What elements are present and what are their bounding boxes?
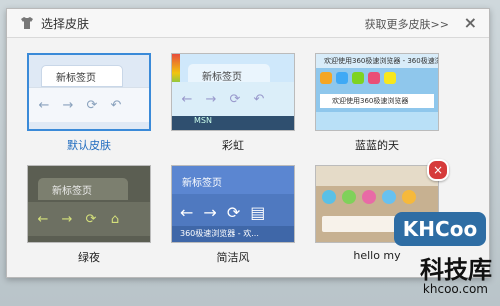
back-icon: ← (180, 202, 194, 222)
skin-preview-toolbar (320, 72, 434, 90)
dialog-title: 选择皮肤 (41, 16, 90, 31)
refresh-icon: ⟳ (229, 91, 241, 107)
star-icon (402, 190, 416, 204)
skin-name: 彩虹 (222, 139, 244, 152)
skin-name: 默认皮肤 (67, 139, 111, 152)
skin-preview-tab: 欢迎使用360极速浏览器 (320, 94, 434, 108)
toolbar-icon (342, 190, 356, 204)
back-icon: ← (181, 91, 193, 107)
skin-name: 简洁风 (216, 251, 250, 264)
forward-icon: → (61, 211, 73, 227)
home-icon: ⌂ (110, 211, 120, 227)
undo-icon: ↶ (253, 91, 265, 107)
close-icon[interactable]: × (464, 13, 477, 32)
dialog-header: 选择皮肤 获取更多皮肤>> × (7, 9, 489, 38)
get-more-skins-link[interactable]: 获取更多皮肤>> (365, 16, 449, 32)
skin-preview-tab: 新标签页 (182, 178, 222, 189)
skin-preview-bottom: MSN (172, 116, 294, 130)
back-icon: ← (38, 97, 50, 113)
watermark-logo: KHCoo (394, 212, 486, 246)
toolbar-icon (322, 190, 336, 204)
toolbar-icon (382, 190, 396, 204)
skin-preview-tab: 新标签页 (38, 178, 128, 200)
watermark-subtext: khcoo.com (422, 282, 488, 296)
star-icon (384, 72, 396, 84)
skin-name: 绿夜 (78, 251, 100, 264)
skin-preview-bottom (316, 112, 438, 130)
skin-name: 蓝蓝的天 (355, 139, 399, 152)
skin-thumbnail[interactable]: 新标签页 ← → ⟳ ⌂ (27, 165, 151, 243)
skin-preview-nav: ← → ⟳ ↶ (172, 82, 294, 116)
skin-preview-titlebar: 欢迎使用360极速浏览器 - 360极速浏览器 (316, 54, 438, 68)
document-icon: ▤ (250, 202, 266, 222)
skin-tile-rainbow[interactable]: 新标签页 ← → ⟳ ↶ MSN 彩虹 (171, 53, 295, 153)
skin-thumbnail[interactable]: 新标签页 ← → ⟳ ↶ MSN (171, 53, 295, 131)
skin-preview-nav: ← → ⟳ ▤ (172, 198, 294, 226)
delete-skin-icon[interactable]: × (427, 159, 449, 181)
skin-preview-titlebar: 新标签页 (172, 166, 294, 194)
refresh-icon: ⟳ (226, 202, 241, 222)
skin-tile-green-night[interactable]: 新标签页 ← → ⟳ ⌂ 绿夜 (27, 165, 151, 265)
skin-preview-tab: 新标签页 (41, 65, 123, 87)
forward-icon: → (205, 91, 217, 107)
back-icon: ← (37, 211, 49, 227)
forward-icon: → (62, 97, 74, 113)
refresh-icon: ⟳ (86, 97, 98, 113)
toolbar-icon (352, 72, 364, 84)
undo-icon: ↶ (110, 97, 122, 113)
skin-thumbnail[interactable]: 新标签页 ← → ⟳ ▤ 360极速浏览器 - 欢... (171, 165, 295, 243)
toolbar-icon (320, 72, 332, 84)
refresh-icon: ⟳ (85, 211, 97, 227)
shirt-icon (21, 17, 33, 29)
skin-tile-default[interactable]: 新标签页 ← → ⟳ ↶ 默认皮肤 (27, 53, 151, 153)
skin-preview-bottom: 360极速浏览器 - 欢... (172, 226, 294, 242)
skin-thumbnail[interactable]: 欢迎使用360极速浏览器 - 360极速浏览器 欢迎使用360极速浏览器 (315, 53, 439, 131)
skin-preview-toolbar (322, 190, 416, 204)
watermark-main-text: 科技库 (420, 256, 492, 284)
skin-thumbnail[interactable]: 新标签页 ← → ⟳ ↶ (27, 53, 151, 131)
skin-tile-concise[interactable]: 新标签页 ← → ⟳ ▤ 360极速浏览器 - 欢... 简洁风 (171, 165, 295, 265)
forward-icon: → (203, 202, 217, 222)
skin-tile-blue-sky[interactable]: 欢迎使用360极速浏览器 - 360极速浏览器 欢迎使用360极速浏览器 蓝蓝的… (315, 53, 439, 153)
toolbar-icon (336, 72, 348, 84)
skin-preview-titlebar (316, 166, 438, 186)
skin-preview-nav: ← → ⟳ ⌂ (28, 202, 150, 236)
site-watermark: KHCoo 科技库 khcoo.com (384, 212, 494, 302)
toolbar-icon (368, 72, 380, 84)
skin-preview-nav: ← → ⟳ ↶ (29, 87, 149, 122)
toolbar-icon (362, 190, 376, 204)
